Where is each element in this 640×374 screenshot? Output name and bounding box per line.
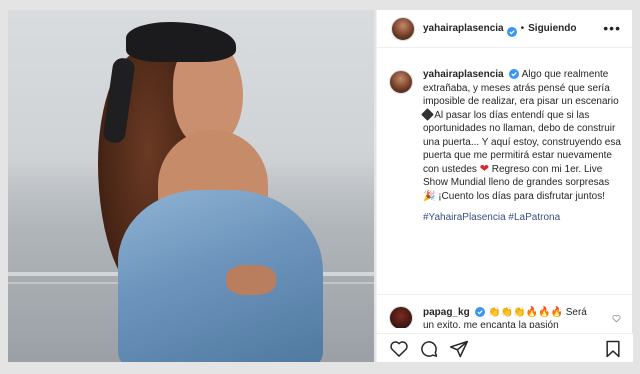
share-icon[interactable] (449, 339, 469, 359)
caption-part-4: ¡Cuento los días para disfrutar juntos! (435, 190, 605, 202)
action-bar (377, 333, 633, 362)
heart-emoji: ❤ (479, 162, 489, 175)
header-username[interactable]: yahairaplasencia (423, 23, 504, 34)
avatar[interactable] (389, 70, 413, 94)
post-header: yahairaplasencia • Siguiendo ••• (377, 10, 633, 48)
screenshot-frame: yahairaplasencia • Siguiendo ••• yahaira… (0, 0, 640, 374)
follow-button[interactable]: Siguiendo (528, 23, 576, 34)
more-options-icon[interactable]: ••• (603, 20, 621, 36)
verified-icon (506, 24, 517, 37)
verified-icon (509, 69, 520, 80)
reply-like-icon[interactable] (612, 314, 621, 325)
avatar[interactable] (391, 16, 415, 41)
avatar[interactable] (389, 306, 413, 328)
caption-comment: yahairaplasencia Algo que realmente extr… (389, 68, 621, 225)
post-photo[interactable] (8, 10, 374, 362)
separator-dot: • (520, 23, 525, 34)
denim-jacket-shape (118, 190, 323, 362)
post-side-panel: yahairaplasencia • Siguiendo ••• yahaira… (376, 10, 633, 362)
reply-username[interactable]: papag_kg (423, 307, 470, 318)
caption-text: yahairaplasencia Algo que realmente extr… (421, 68, 621, 225)
bookmark-icon[interactable] (603, 339, 623, 359)
heart-icon[interactable] (389, 339, 409, 359)
hashtags-link[interactable]: #YahairaPlasencia #LaPatrona (423, 211, 621, 225)
reply-emojis: 👏👏👏🔥🔥🔥 (488, 307, 563, 318)
reply-comment: papag_kg 👏👏👏🔥🔥🔥 Será un exito, me encant… (389, 306, 621, 328)
verified-icon (475, 307, 486, 318)
reply-text: papag_kg 👏👏👏🔥🔥🔥 Será un exito, me encant… (423, 306, 598, 328)
comment-icon[interactable] (419, 339, 439, 359)
party-emoji: 🎉 (423, 190, 436, 202)
hand-shape (226, 265, 276, 295)
bandana-shape (126, 22, 236, 62)
divider (377, 294, 633, 295)
caption-username[interactable]: yahairaplasencia (423, 69, 504, 80)
